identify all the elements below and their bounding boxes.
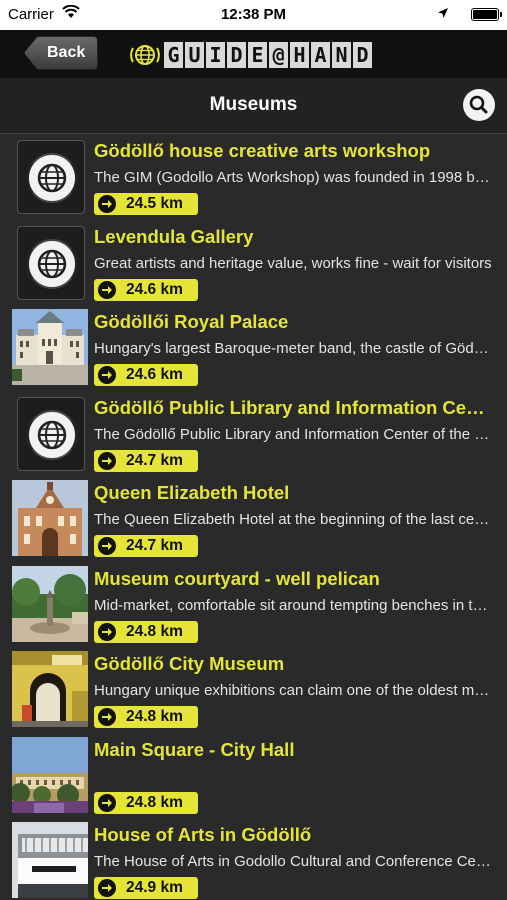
item-description: The GIM (Godollo Arts Workshop) was foun… (94, 169, 495, 186)
page-title: Museums (209, 94, 298, 115)
item-title: House of Arts in Gödöllő (94, 824, 312, 845)
place-thumbnail (12, 565, 88, 642)
list-item[interactable]: Museum courtyard - well pelican Mid-marke… (0, 564, 507, 650)
item-title: Levendula Gallery (94, 225, 254, 247)
guide-placeholder-icon (17, 140, 85, 214)
item-title: Museum courtyard - well pelican (94, 567, 380, 589)
arrow-right-icon (98, 708, 116, 726)
item-description: Mid-market, comfortable sit around tempt… (94, 596, 495, 614)
distance-label: 24.6 km (126, 280, 183, 298)
distance-label: 24.8 km (126, 793, 183, 811)
arrow-right-icon (98, 451, 116, 470)
status-bar: Carrier 12:38 PM (0, 0, 507, 30)
list-item[interactable]: Gödöllő Public Library and Information C… (0, 393, 507, 479)
app-bar: Back G U I D E @ H A N D (0, 30, 507, 78)
list-item[interactable]: Levendula Gallery Great artists and herit… (0, 222, 507, 308)
list-item[interactable]: Main Square - City Hall 24.8 km (0, 735, 507, 821)
item-description: Hungary unique exhibitions can claim one… (94, 682, 495, 699)
item-title: Gödöllő house creative arts workshop (94, 140, 431, 161)
item-description: Great artists and heritage value, works … (94, 254, 492, 272)
search-icon (469, 95, 488, 114)
distance-badge: 24.9 km (94, 877, 198, 899)
distance-label: 24.9 km (126, 879, 183, 896)
item-description: The House of Arts in Godollo Cultural an… (94, 853, 495, 870)
distance-badge: 24.7 km (94, 535, 198, 557)
arrow-right-icon (98, 793, 116, 812)
location-arrow-icon (437, 6, 449, 23)
item-description: The Gödöllő Public Library and Informati… (94, 425, 495, 443)
distance-badge: 24.5 km (94, 193, 198, 215)
distance-label: 24.7 km (126, 451, 183, 469)
distance-badge: 24.6 km (94, 364, 198, 386)
logo-globe-icon (130, 45, 160, 65)
distance-badge: 24.6 km (94, 278, 198, 301)
item-title: Main Square - City Hall (94, 738, 295, 760)
arrow-right-icon (98, 537, 116, 555)
distance-label: 24.8 km (126, 708, 183, 725)
distance-label: 24.8 km (126, 622, 183, 640)
distance-badge: 24.8 km (94, 791, 198, 814)
place-thumbnail (12, 309, 88, 385)
arrow-right-icon (98, 195, 116, 213)
item-title: Gödöllő City Museum (94, 653, 285, 674)
distance-badge: 24.7 km (94, 449, 198, 472)
guide-placeholder-icon (17, 225, 85, 300)
museum-list[interactable]: Gödöllő house creative arts workshop The … (0, 136, 507, 900)
item-description: The Queen Elizabeth Hotel at the beginni… (94, 511, 495, 528)
item-title: Queen Elizabeth Hotel (94, 482, 290, 503)
item-title: Gödöllő Public Library and Information C… (94, 396, 491, 418)
list-item[interactable]: Gödöllő City Museum Hungary unique exhibi… (0, 649, 507, 735)
clock: 12:38 PM (220, 6, 287, 23)
guide-at-hand-logo: G U I D E @ H A N D (130, 40, 372, 70)
place-thumbnail (12, 822, 88, 898)
place-thumbnail (12, 651, 88, 727)
search-button[interactable] (463, 89, 495, 121)
arrow-right-icon (98, 280, 116, 299)
arrow-right-icon (98, 879, 116, 897)
distance-label: 24.6 km (126, 366, 183, 383)
arrow-right-icon (98, 622, 116, 641)
distance-badge: 24.8 km (94, 620, 198, 643)
list-item[interactable]: Gödöllői Royal Palace Hungary's largest B… (0, 307, 507, 393)
place-thumbnail (12, 736, 88, 813)
item-description: Hungary's largest Baroque-meter band, th… (94, 340, 495, 357)
distance-badge: 24.8 km (94, 706, 198, 728)
list-item[interactable]: Queen Elizabeth Hotel The Queen Elizabeth… (0, 478, 507, 564)
arrow-right-icon (98, 366, 116, 384)
guide-placeholder-icon (17, 396, 85, 471)
place-thumbnail (12, 480, 88, 556)
logo-text: G U I D E @ H A N D (162, 42, 372, 68)
item-title: Gödöllői Royal Palace (94, 311, 289, 332)
distance-label: 24.5 km (126, 195, 183, 212)
list-item[interactable]: Gödöllő house creative arts workshop The … (0, 136, 507, 222)
distance-label: 24.7 km (126, 537, 183, 554)
list-item[interactable]: House of Arts in Gödöllő The House of Art… (0, 820, 507, 900)
battery-icon (471, 8, 502, 21)
section-header: Museums (0, 78, 507, 134)
back-button[interactable]: Back (24, 36, 98, 70)
